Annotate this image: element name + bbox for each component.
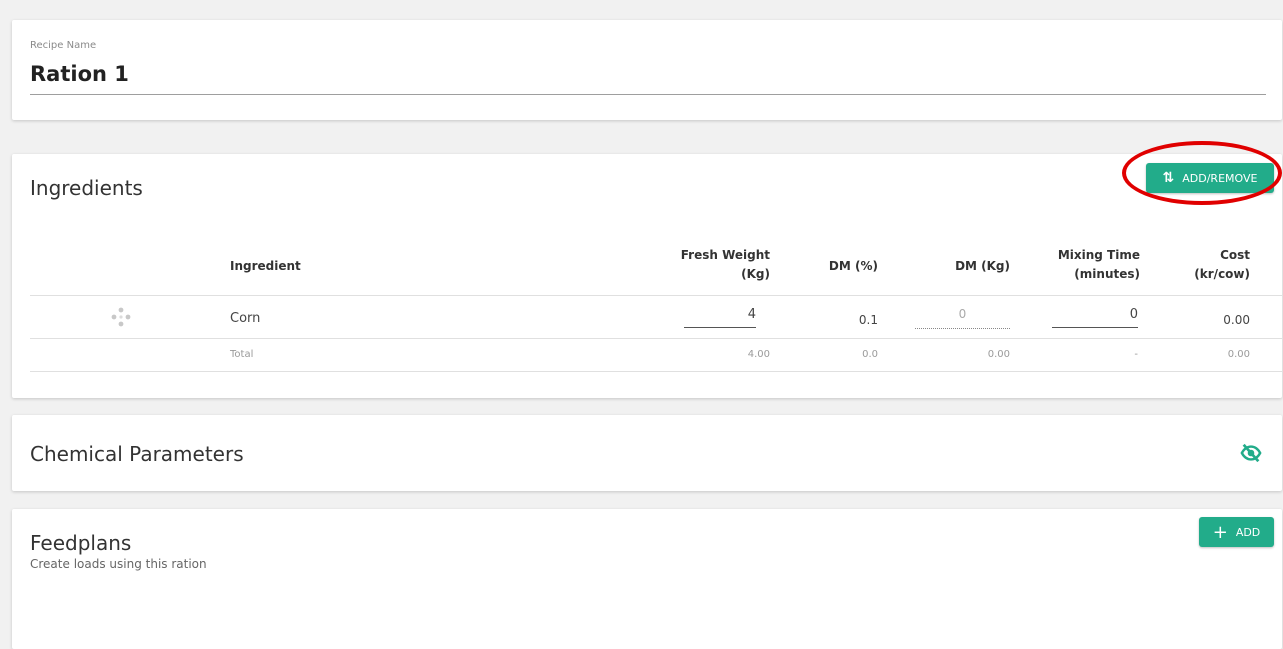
total-label: Total bbox=[230, 349, 254, 360]
col-header-mixing-time: Mixing Time (minutes) bbox=[1022, 246, 1140, 284]
ingredients-title: Ingredients bbox=[30, 176, 143, 200]
cost-value: 0.00 bbox=[1223, 313, 1250, 327]
col-header-fresh-weight: Fresh Weight (Kg) bbox=[652, 246, 770, 284]
feedplans-card: Feedplans Create loads using this ration… bbox=[12, 509, 1282, 649]
col-header-cost: Cost (kr/cow) bbox=[1162, 246, 1250, 284]
total-fresh-weight: 4.00 bbox=[747, 349, 770, 360]
ingredients-card: Ingredients ⇅ ADD/REMOVE Ingredient Fres… bbox=[12, 154, 1282, 398]
col-header-cost-line2: (kr/cow) bbox=[1194, 267, 1250, 281]
add-feedplan-button[interactable]: + ADD bbox=[1199, 517, 1274, 547]
dm-kg-value: 0 bbox=[958, 307, 967, 321]
recipe-name-label: Recipe Name bbox=[30, 40, 97, 51]
col-header-mixing-time-line2: (minutes) bbox=[1074, 267, 1140, 281]
col-header-cost-line1: Cost bbox=[1220, 248, 1250, 262]
row-divider bbox=[30, 338, 1282, 339]
chemical-parameters-title: Chemical Parameters bbox=[30, 442, 244, 466]
mixing-time-input[interactable]: 0 bbox=[1052, 307, 1138, 322]
ingredient-name: Corn bbox=[230, 311, 261, 326]
feedplans-title: Feedplans bbox=[30, 531, 132, 555]
fresh-weight-underline bbox=[684, 327, 756, 328]
total-dm-kg: 0.00 bbox=[987, 349, 1010, 360]
recipe-name-card: Recipe Name Ration 1 bbox=[12, 20, 1282, 120]
recipe-name-input[interactable]: Ration 1 bbox=[30, 62, 1266, 95]
add-remove-label: ADD/REMOVE bbox=[1182, 171, 1258, 185]
col-header-dm-kg: DM (Kg) bbox=[955, 259, 1010, 273]
col-header-fresh-weight-line2: (Kg) bbox=[741, 267, 770, 281]
add-feedplan-label: ADD bbox=[1235, 525, 1261, 539]
total-mixing-time: - bbox=[1134, 349, 1138, 360]
col-header-ingredient: Ingredient bbox=[230, 259, 301, 273]
feedplans-subtitle: Create loads using this ration bbox=[30, 557, 207, 571]
swap-vertical-icon: ⇅ bbox=[1162, 170, 1175, 186]
total-divider bbox=[30, 371, 1282, 372]
dm-pct-value: 0.1 bbox=[858, 313, 878, 327]
col-header-mixing-time-line1: Mixing Time bbox=[1057, 248, 1140, 262]
col-header-dm-pct: DM (%) bbox=[828, 259, 878, 273]
total-cost: 0.00 bbox=[1227, 349, 1250, 360]
plus-icon: + bbox=[1212, 521, 1228, 543]
fresh-weight-input[interactable]: 4 bbox=[684, 307, 756, 322]
add-remove-button[interactable]: ⇅ ADD/REMOVE bbox=[1146, 163, 1274, 193]
chemical-parameters-card: Chemical Parameters bbox=[12, 415, 1282, 491]
dm-kg-underline bbox=[915, 328, 1010, 329]
header-divider bbox=[30, 295, 1282, 296]
total-dm-pct: 0.0 bbox=[862, 349, 878, 360]
drag-move-icon[interactable] bbox=[110, 306, 132, 328]
col-header-fresh-weight-line1: Fresh Weight bbox=[680, 248, 770, 262]
eye-off-icon[interactable] bbox=[1240, 442, 1262, 464]
mixing-time-underline bbox=[1052, 327, 1138, 328]
